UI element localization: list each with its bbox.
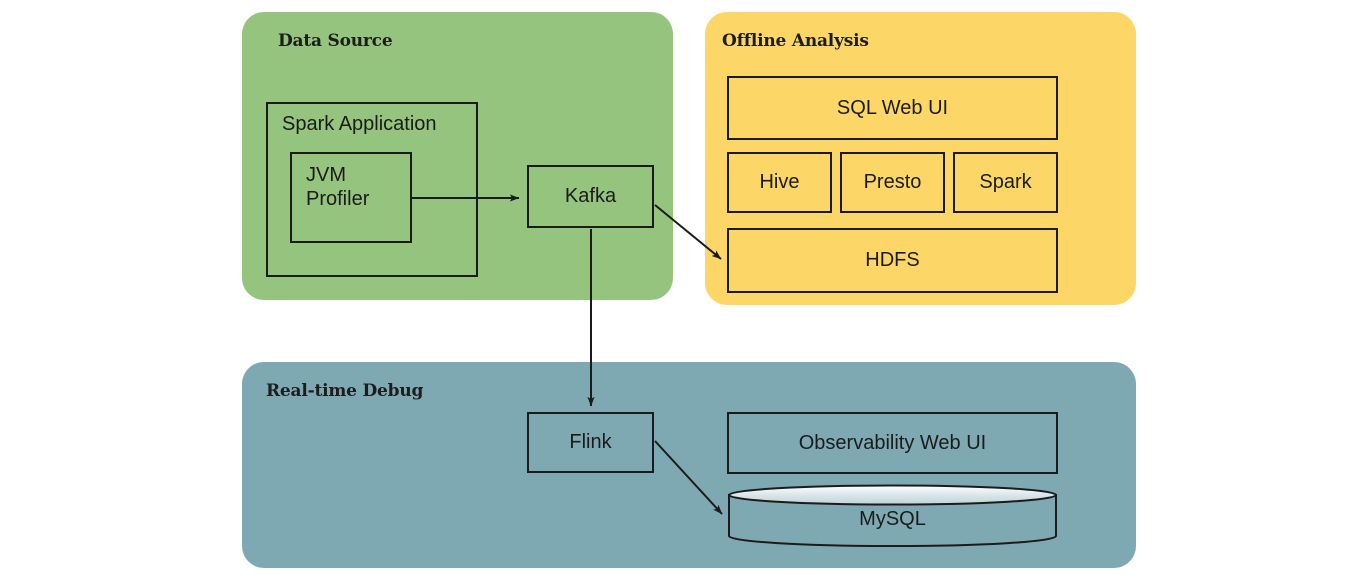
node-flink[interactable]: Flink <box>527 412 654 473</box>
node-mysql-database[interactable]: MySQL <box>727 484 1058 548</box>
node-sql-web-ui[interactable]: SQL Web UI <box>727 76 1058 140</box>
group-title-offline-analysis: Offline Analysis <box>722 31 869 51</box>
node-kafka[interactable]: Kafka <box>527 165 654 228</box>
node-hive[interactable]: Hive <box>727 152 832 213</box>
node-mysql-label: MySQL <box>859 508 926 530</box>
node-observability-web-ui[interactable]: Observability Web UI <box>727 412 1058 474</box>
group-title-data-source: Data Source <box>278 31 393 51</box>
node-spark[interactable]: Spark <box>953 152 1058 213</box>
node-jvm-profiler[interactable]: JVM Profiler <box>290 152 412 243</box>
group-title-real-time-debug: Real-time Debug <box>266 381 424 401</box>
diagram-canvas: Data Source Offline Analysis Real-time D… <box>0 0 1370 582</box>
node-presto[interactable]: Presto <box>840 152 945 213</box>
node-hdfs[interactable]: HDFS <box>727 228 1058 293</box>
